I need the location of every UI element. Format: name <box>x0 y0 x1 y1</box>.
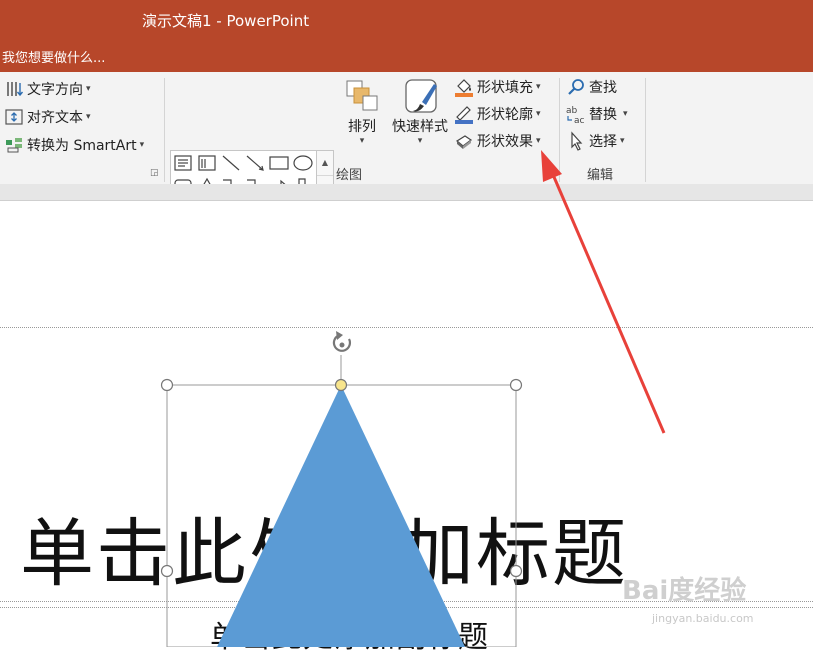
resize-handle-mid-left[interactable] <box>160 564 174 578</box>
rotate-handle-icon[interactable] <box>332 331 352 352</box>
adjustment-handle[interactable] <box>334 378 348 392</box>
resize-handle-top-left[interactable] <box>160 378 174 392</box>
resize-handle-mid-right[interactable] <box>509 564 523 578</box>
triangle-shape[interactable] <box>217 385 465 647</box>
resize-handle-top-right[interactable] <box>509 378 523 392</box>
slide-overlay <box>160 150 666 647</box>
annotation-arrow <box>541 150 666 434</box>
